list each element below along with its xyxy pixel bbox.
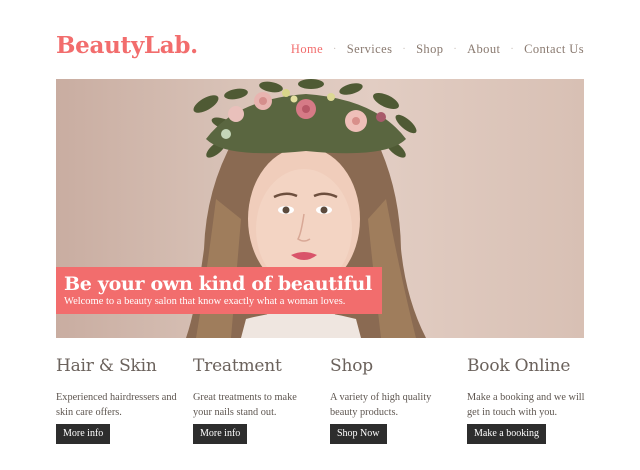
feature-title: Book Online bbox=[467, 356, 571, 376]
nav-separator: · bbox=[453, 44, 458, 55]
feature-text: Make a booking and we will get in touch … bbox=[467, 392, 585, 418]
nav-item-home[interactable]: Home bbox=[291, 42, 323, 57]
feature-hair-skin: Hair & Skin Experienced hairdressers and… bbox=[56, 356, 181, 420]
feature-title: Treatment bbox=[193, 356, 282, 376]
feature-text: Experienced hairdressers and skin care o… bbox=[56, 392, 177, 418]
hero-title: Be your own kind of beautiful bbox=[64, 273, 372, 295]
shop-now-button[interactable]: Shop Now bbox=[330, 424, 387, 444]
make-booking-button[interactable]: Make a booking bbox=[467, 424, 546, 444]
nav-item-contact[interactable]: Contact Us bbox=[524, 42, 584, 57]
hero-section: Be your own kind of beautiful Welcome to… bbox=[56, 79, 584, 338]
page: BeautyLab. Home · Services · Shop · Abou… bbox=[0, 0, 640, 470]
hero-subtitle: Welcome to a beauty salon that know exac… bbox=[64, 296, 346, 307]
main-nav: Home · Services · Shop · About · Contact… bbox=[291, 42, 584, 57]
nav-item-shop[interactable]: Shop bbox=[416, 42, 443, 57]
feature-title: Shop bbox=[330, 356, 373, 376]
more-info-button[interactable]: More info bbox=[56, 424, 111, 444]
nav-separator: · bbox=[510, 44, 515, 55]
feature-shop: Shop A variety of high quality beauty pr… bbox=[330, 356, 455, 420]
hero-banner: Be your own kind of beautiful Welcome to… bbox=[56, 267, 382, 314]
nav-separator: · bbox=[402, 44, 407, 55]
feature-treatment: Treatment Great treatments to make your … bbox=[193, 356, 318, 420]
feature-text: Great treatments to make your nails stan… bbox=[193, 392, 297, 418]
brand-logo[interactable]: BeautyLab. bbox=[56, 32, 198, 59]
more-info-button[interactable]: More info bbox=[193, 424, 248, 444]
feature-text: A variety of high quality beauty product… bbox=[330, 392, 432, 418]
feature-title: Hair & Skin bbox=[56, 356, 157, 376]
nav-item-services[interactable]: Services bbox=[347, 42, 393, 57]
feature-book-online: Book Online Make a booking and we will g… bbox=[467, 356, 592, 420]
nav-item-about[interactable]: About bbox=[467, 42, 500, 57]
nav-separator: · bbox=[333, 44, 337, 55]
